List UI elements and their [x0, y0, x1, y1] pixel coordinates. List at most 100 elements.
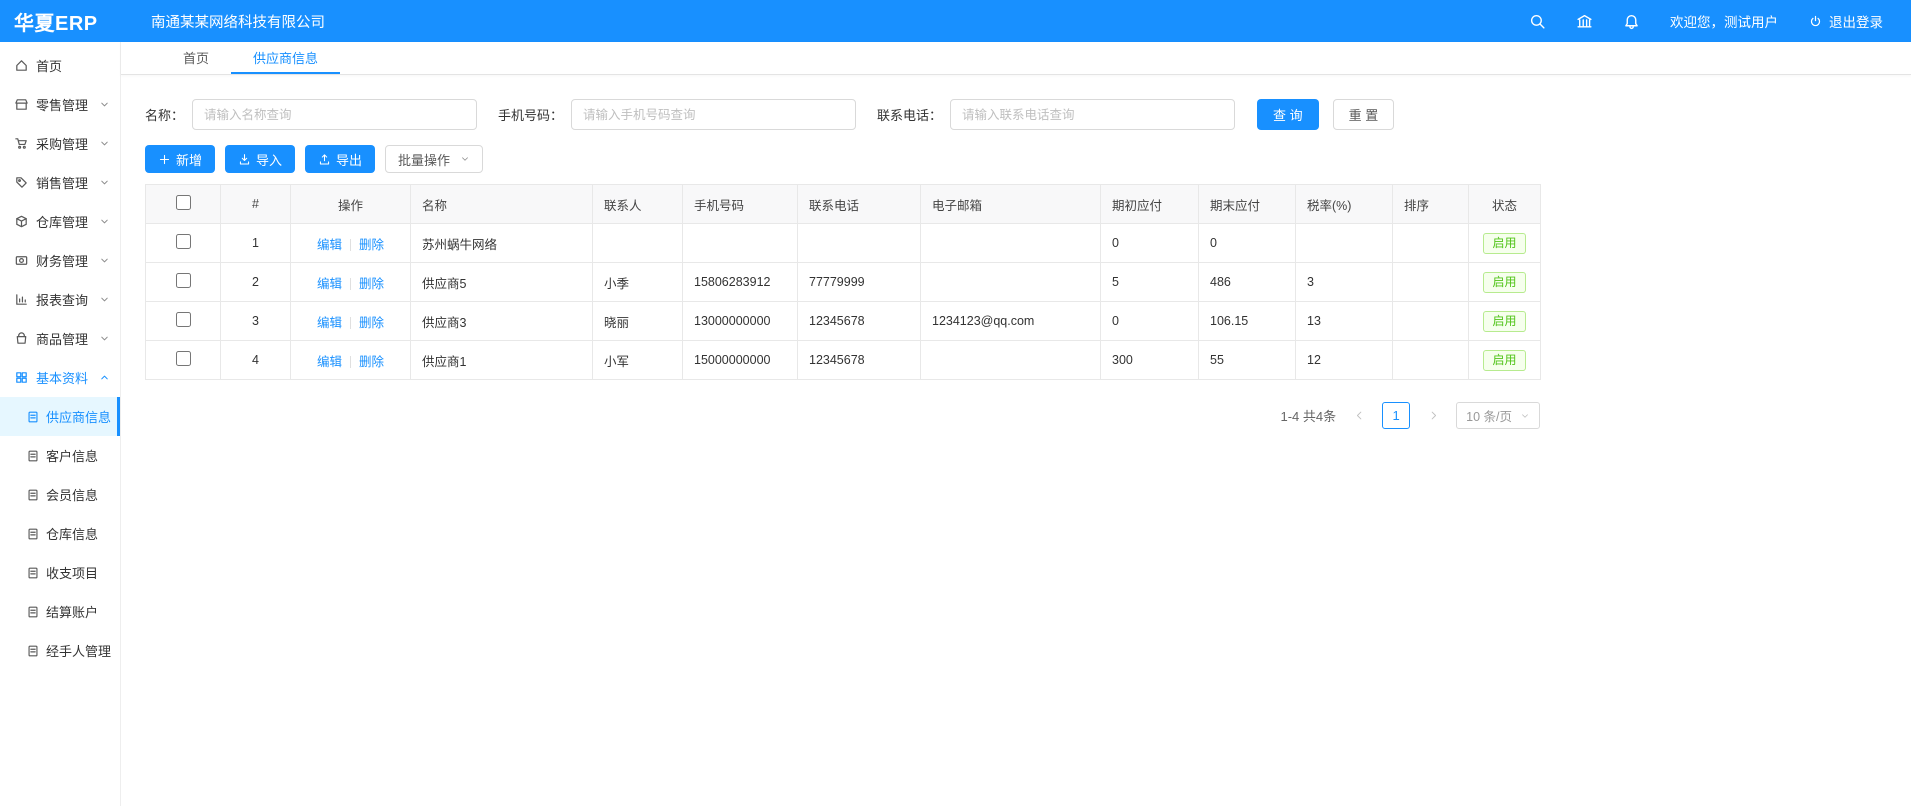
- sidebar-subitem-settle-account[interactable]: 结算账户: [0, 592, 120, 631]
- sidebar-item-purchase[interactable]: 采购管理: [0, 124, 120, 163]
- row-checkbox[interactable]: [176, 312, 191, 327]
- sidebar-subitem-supplier[interactable]: 供应商信息: [0, 397, 120, 436]
- action-toolbar: 新增 导入 导出 批量操作: [145, 145, 1887, 173]
- delete-link[interactable]: 删除: [359, 277, 384, 291]
- name-filter-label: 名称：: [145, 105, 184, 124]
- add-button[interactable]: 新增: [145, 145, 215, 173]
- search-icon[interactable]: [1529, 13, 1546, 30]
- sidebar: 首页 零售管理 采购管理 销售管理 仓库管理 财务管理: [0, 42, 121, 806]
- sidebar-item-home[interactable]: 首页: [0, 46, 120, 85]
- mobile-filter-input[interactable]: [571, 99, 856, 130]
- select-all-checkbox[interactable]: [176, 195, 191, 210]
- sidebar-subitem-warehouse-info[interactable]: 仓库信息: [0, 514, 120, 553]
- filter-bar: 名称： 手机号码： 联系电话： 查 询 重 置: [145, 99, 1887, 130]
- import-button[interactable]: 导入: [225, 145, 295, 173]
- cell-tel: 12345678: [798, 341, 921, 380]
- status-badge: 启用: [1483, 311, 1525, 332]
- cell-tax: 13: [1296, 302, 1393, 341]
- sidebar-item-warehouse[interactable]: 仓库管理: [0, 202, 120, 241]
- prev-page-button[interactable]: [1346, 403, 1372, 429]
- cell-begin: 0: [1101, 224, 1199, 263]
- edit-link[interactable]: 编辑: [317, 355, 342, 369]
- sidebar-subitem-member[interactable]: 会员信息: [0, 475, 120, 514]
- delete-link[interactable]: 删除: [359, 355, 384, 369]
- cell-end: 486: [1199, 263, 1296, 302]
- edit-link[interactable]: 编辑: [317, 277, 342, 291]
- tel-filter-input[interactable]: [950, 99, 1235, 130]
- sidebar-item-retail[interactable]: 零售管理: [0, 85, 120, 124]
- cell-index: 4: [221, 341, 291, 380]
- sidebar-item-basedata[interactable]: 基本资料: [0, 358, 120, 397]
- cell-sort: [1393, 341, 1469, 380]
- document-icon: [26, 488, 40, 502]
- logout-button[interactable]: 退出登录: [1808, 11, 1883, 31]
- divider: [350, 239, 351, 251]
- divider: [350, 356, 351, 368]
- sidebar-subitem-label: 客户信息: [46, 446, 98, 465]
- sidebar-item-goods[interactable]: 商品管理: [0, 319, 120, 358]
- search-button[interactable]: 查 询: [1257, 99, 1319, 130]
- cell-op: 编辑 删除: [291, 263, 411, 302]
- sidebar-subitem-income-expense[interactable]: 收支项目: [0, 553, 120, 592]
- reset-button[interactable]: 重 置: [1333, 99, 1395, 130]
- table-row: 4 编辑删除 供应商1 小军 15000000000 12345678 300 …: [146, 341, 1541, 380]
- divider: [350, 278, 351, 290]
- cell-name: 供应商1: [411, 341, 593, 380]
- cell-name: 苏州蜗牛网络: [411, 224, 593, 263]
- bell-icon[interactable]: [1623, 13, 1640, 30]
- delete-link[interactable]: 删除: [359, 238, 384, 252]
- sidebar-subitem-customer[interactable]: 客户信息: [0, 436, 120, 475]
- export-button[interactable]: 导出: [305, 145, 375, 173]
- power-icon: [1808, 14, 1823, 29]
- col-sort: 排序: [1393, 185, 1469, 224]
- sidebar-item-label: 报表查询: [36, 290, 88, 309]
- cell-tax: [1296, 224, 1393, 263]
- status-badge: 启用: [1483, 233, 1525, 254]
- grid-icon: [14, 370, 29, 385]
- delete-link[interactable]: 删除: [359, 316, 384, 330]
- document-icon: [26, 410, 40, 424]
- row-checkbox[interactable]: [176, 273, 191, 288]
- sidebar-subitem-label: 供应商信息: [46, 407, 111, 426]
- sidebar-subitem-label: 结算账户: [46, 602, 98, 621]
- batch-actions-label: 批量操作: [398, 150, 450, 169]
- row-checkbox[interactable]: [176, 351, 191, 366]
- app-logo: 华夏ERP: [0, 7, 121, 36]
- add-button-label: 新增: [176, 150, 202, 169]
- tab-home[interactable]: 首页: [161, 42, 231, 74]
- cell-contact: 晓丽: [593, 302, 683, 341]
- cell-sort: [1393, 302, 1469, 341]
- document-icon: [26, 566, 40, 580]
- chevron-down-icon: [99, 138, 110, 149]
- row-checkbox[interactable]: [176, 234, 191, 249]
- user-menu[interactable]: 欢迎您，测试用户: [1670, 11, 1778, 31]
- status-badge: 启用: [1483, 350, 1525, 371]
- sidebar-item-report[interactable]: 报表查询: [0, 280, 120, 319]
- page-size-select[interactable]: 10 条/页: [1456, 402, 1540, 429]
- cell-index: 3: [221, 302, 291, 341]
- edit-link[interactable]: 编辑: [317, 238, 342, 252]
- cell-mobile: 15000000000: [683, 341, 798, 380]
- sidebar-item-finance[interactable]: 财务管理: [0, 241, 120, 280]
- table-row: 3 编辑删除 供应商3 晓丽 13000000000 12345678 1234…: [146, 302, 1541, 341]
- cell-index: 1: [221, 224, 291, 263]
- name-filter-input[interactable]: [192, 99, 477, 130]
- sidebar-item-sales[interactable]: 销售管理: [0, 163, 120, 202]
- export-button-label: 导出: [336, 150, 362, 169]
- edit-link[interactable]: 编辑: [317, 316, 342, 330]
- col-contact: 联系人: [593, 185, 683, 224]
- cell-contact: 小军: [593, 341, 683, 380]
- batch-actions-button[interactable]: 批量操作: [385, 145, 483, 173]
- sidebar-subitem-handler[interactable]: 经手人管理: [0, 631, 120, 670]
- chevron-down-icon: [99, 294, 110, 305]
- cell-sort: [1393, 263, 1469, 302]
- bank-icon[interactable]: [1576, 13, 1593, 30]
- cell-end: 55: [1199, 341, 1296, 380]
- chevron-down-icon: [99, 333, 110, 344]
- next-page-button[interactable]: [1420, 403, 1446, 429]
- page-number[interactable]: 1: [1382, 402, 1410, 429]
- cell-mobile: 15806283912: [683, 263, 798, 302]
- col-begin: 期初应付: [1101, 185, 1199, 224]
- chevron-down-icon: [1520, 411, 1530, 421]
- tab-supplier-info[interactable]: 供应商信息: [231, 42, 340, 74]
